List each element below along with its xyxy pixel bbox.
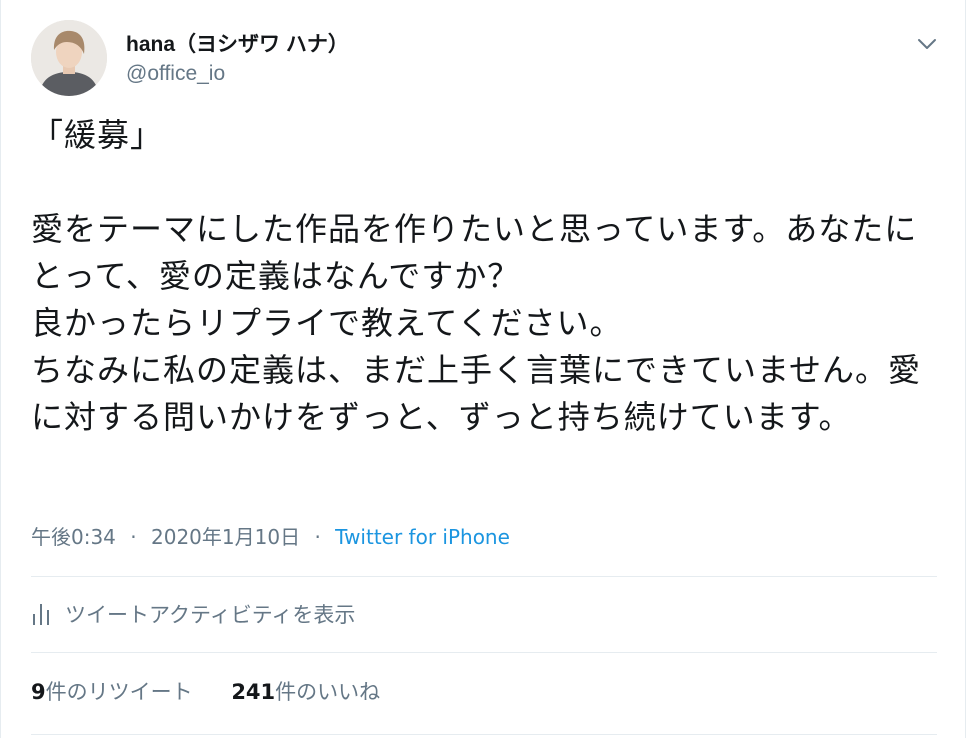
tweet-date[interactable]: 2020年1月10日 xyxy=(151,525,300,549)
tweet-stats: 9件のリツイート 241件のいいね xyxy=(31,676,380,706)
likes-label: 件のいいね xyxy=(275,680,381,704)
tweet-source-link[interactable]: Twitter for iPhone xyxy=(335,525,510,549)
tweet-activity-label: ツイートアクティビティを表示 xyxy=(65,603,356,627)
divider xyxy=(31,576,937,577)
retweets-count: 9 xyxy=(31,680,46,704)
meta-separator: · xyxy=(314,525,321,549)
tweet-time[interactable]: 午後0:34 xyxy=(31,525,116,549)
bar-chart-icon xyxy=(33,604,49,625)
avatar[interactable] xyxy=(31,20,107,96)
author-handle[interactable]: @office_io xyxy=(126,62,349,86)
divider xyxy=(31,734,937,735)
retweets-label: 件のリツイート xyxy=(45,680,193,704)
chevron-down-icon[interactable] xyxy=(913,30,941,58)
tweet-meta: 午後0:34 · 2020年1月10日 · Twitter for iPhone xyxy=(31,521,510,550)
retweets-stat[interactable]: 9件のリツイート xyxy=(31,680,193,704)
tweet-activity-link[interactable]: ツイートアクティビティを表示 xyxy=(31,596,355,632)
likes-count: 241 xyxy=(231,680,276,704)
meta-separator: · xyxy=(130,525,137,549)
divider xyxy=(31,652,937,653)
avatar-image xyxy=(31,20,107,96)
author-display-name[interactable]: hana（ヨシザワ ハナ） xyxy=(126,28,349,58)
likes-stat[interactable]: 241件のいいね xyxy=(231,680,380,704)
tweet-header: hana（ヨシザワ ハナ） @office_io xyxy=(31,20,941,100)
tweet-card: hana（ヨシザワ ハナ） @office_io 「緩募」 愛をテーマにした作品… xyxy=(0,0,966,738)
tweet-text: 「緩募」 愛をテーマにした作品を作りたいと思っています。あなたにとって、愛の定義… xyxy=(31,116,922,436)
author-names: hana（ヨシザワ ハナ） @office_io xyxy=(126,28,349,86)
